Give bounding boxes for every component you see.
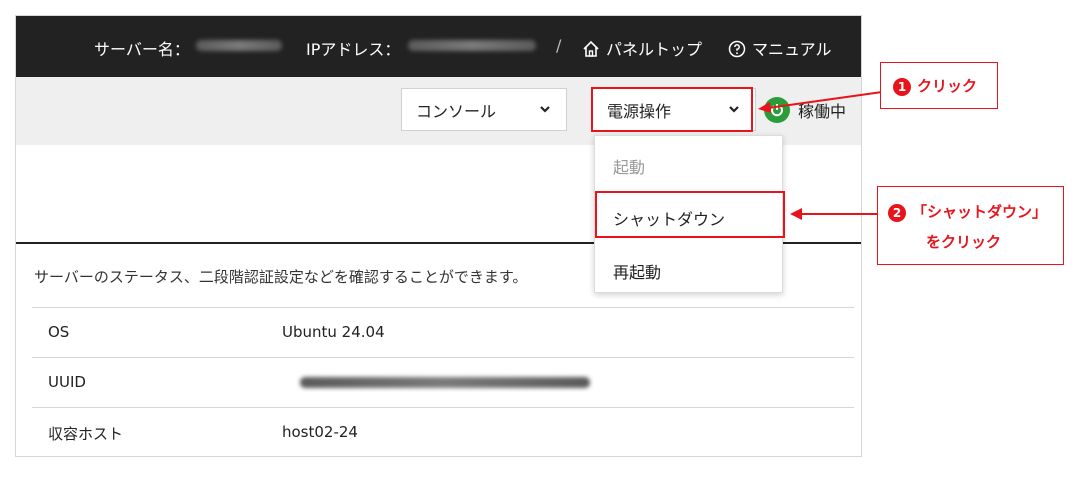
callout-step-1: 1 クリック [880,62,998,109]
callout-1-text: クリック [917,77,978,95]
callout-step-2: 2 「シャットダウン」 をクリック [877,186,1064,265]
step-number-1: 1 [893,77,911,96]
step-number-2: 2 [888,203,906,222]
callout-2-line1: 「シャットダウン」 [912,203,1048,221]
callout-2-line2: をクリック [926,233,1002,251]
